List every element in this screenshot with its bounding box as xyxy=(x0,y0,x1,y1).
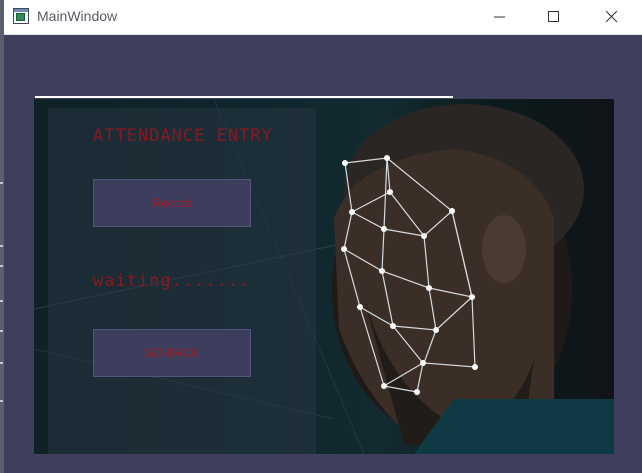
record-button[interactable]: Record xyxy=(93,179,251,227)
maximize-button[interactable] xyxy=(531,0,577,34)
close-button[interactable] xyxy=(589,0,635,34)
edge-mark xyxy=(0,265,3,267)
title-bar[interactable]: MainWindow xyxy=(4,0,642,35)
window-app-icon xyxy=(13,8,29,24)
go-back-button[interactable]: GO BACK xyxy=(93,329,251,377)
minimize-icon xyxy=(494,16,505,18)
maximize-icon xyxy=(548,11,559,22)
close-icon xyxy=(606,11,618,23)
minimize-button[interactable] xyxy=(477,0,523,34)
edge-mark xyxy=(0,362,3,364)
window-title: MainWindow xyxy=(37,8,118,24)
edge-mark xyxy=(0,300,3,302)
edge-mark xyxy=(0,330,3,332)
edge-mark xyxy=(0,400,3,402)
main-window-client-area: ATTENDANCE ENTRY Record waiting....... G… xyxy=(4,35,642,473)
decorative-line xyxy=(35,96,453,98)
edge-mark xyxy=(0,245,3,247)
edge-mark xyxy=(0,182,3,184)
status-label: waiting....... xyxy=(93,271,251,291)
face-recognition-background-image: ATTENDANCE ENTRY Record waiting....... G… xyxy=(34,99,614,454)
attendance-heading: ATTENDANCE ENTRY xyxy=(93,126,273,146)
